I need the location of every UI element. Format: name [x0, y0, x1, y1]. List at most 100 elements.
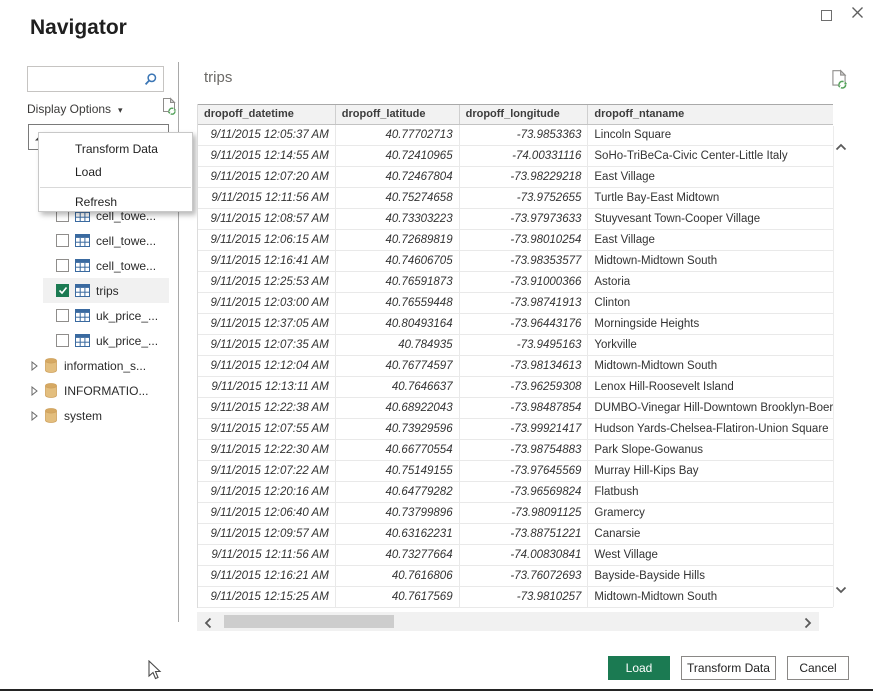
menu-item-transform-data[interactable]: Transform Data: [39, 138, 192, 161]
table-checkbox[interactable]: [56, 309, 69, 322]
document-refresh-icon: [161, 97, 177, 116]
table-cell: -73.96443176: [460, 314, 589, 334]
table-cell: East Village: [588, 167, 833, 187]
table-cell: 40.73303223: [336, 209, 460, 229]
table-checkbox[interactable]: [56, 334, 69, 347]
table-cell: 9/11/2015 12:22:38 AM: [198, 398, 336, 418]
column-header-dropoff_latitude[interactable]: dropoff_latitude: [336, 105, 460, 124]
table-cell: -73.98353577: [460, 251, 589, 271]
table-cell: -73.98010254: [460, 230, 589, 250]
tree-item-label: cell_towe...: [96, 259, 156, 273]
table-cell: Bayside-Bayside Hills: [588, 566, 833, 586]
table-cell: 9/11/2015 12:22:30 AM: [198, 440, 336, 460]
table-row: 9/11/2015 12:16:41 AM40.74606705-73.9835…: [198, 251, 833, 272]
table-cell: 40.68922043: [336, 398, 460, 418]
table-cell: 40.73799896: [336, 503, 460, 523]
table-cell: 40.7617569: [336, 587, 460, 607]
table-cell: 40.72689819: [336, 230, 460, 250]
table-cell: 40.73277664: [336, 545, 460, 565]
table-checkbox[interactable]: [56, 259, 69, 272]
table-cell: 9/11/2015 12:13:11 AM: [198, 377, 336, 397]
table-cell: -73.99921417: [460, 419, 589, 439]
tree-item-informatio[interactable]: INFORMATIO...: [27, 378, 169, 403]
table-cell: West Village: [588, 545, 833, 565]
tree-item-cell-towe[interactable]: cell_towe...: [27, 228, 169, 253]
table-cell: 9/11/2015 12:25:53 AM: [198, 272, 336, 292]
table-checkbox[interactable]: [56, 234, 69, 247]
table-cell: Midtown-Midtown South: [588, 356, 833, 376]
cancel-button[interactable]: Cancel: [787, 656, 849, 680]
scroll-left-icon[interactable]: [204, 616, 212, 634]
table-row: 9/11/2015 12:13:11 AM40.7646637-73.96259…: [198, 377, 833, 398]
table-cell: Lincoln Square: [588, 125, 833, 145]
scroll-down-icon[interactable]: [835, 581, 847, 599]
tree-item-cell-towe[interactable]: cell_towe...: [27, 253, 169, 278]
column-header-dropoff_ntaname[interactable]: dropoff_ntaname: [588, 105, 833, 124]
menu-item-load[interactable]: Load: [39, 161, 192, 184]
tree-item-system[interactable]: system: [27, 403, 169, 428]
table-cell: 9/11/2015 12:03:00 AM: [198, 293, 336, 313]
refresh-preview-button[interactable]: [830, 69, 848, 95]
table-cell: 40.72467804: [336, 167, 460, 187]
tree-item-uk-price[interactable]: uk_price_...: [27, 303, 169, 328]
table-row: 9/11/2015 12:09:57 AM40.63162231-73.8875…: [198, 524, 833, 545]
preview-title: trips: [204, 69, 232, 86]
display-options-row: Display Options ▾: [27, 99, 177, 119]
maximize-button[interactable]: [818, 7, 836, 25]
table-cell: Hudson Yards-Chelsea-Flatiron-Union Squa…: [588, 419, 833, 439]
tree-item-trips[interactable]: trips: [27, 278, 169, 303]
database-icon: [45, 358, 57, 373]
navigation-tree: cell_towe...cell_towe...cell_towe...trip…: [27, 203, 169, 428]
expand-arrow-icon: [31, 411, 38, 421]
close-button[interactable]: [851, 6, 869, 24]
table-cell: 9/11/2015 12:15:25 AM: [198, 587, 336, 607]
table-cell: 40.77702713: [336, 125, 460, 145]
table-cell: 9/11/2015 12:09:57 AM: [198, 524, 336, 544]
horizontal-scrollbar[interactable]: [197, 612, 819, 631]
table-row: 9/11/2015 12:11:56 AM40.75274658-73.9752…: [198, 188, 833, 209]
table-cell: -73.9810257: [460, 587, 589, 607]
table-cell: 40.76559448: [336, 293, 460, 313]
table-cell: 40.75149155: [336, 461, 460, 481]
table-cell: 9/11/2015 12:37:05 AM: [198, 314, 336, 334]
table-cell: 9/11/2015 12:16:21 AM: [198, 566, 336, 586]
table-cell: -74.00830841: [460, 545, 589, 565]
menu-item-refresh[interactable]: Refresh: [39, 191, 192, 214]
table-cell: -73.9752655: [460, 188, 589, 208]
column-header-dropoff_datetime[interactable]: dropoff_datetime: [198, 105, 336, 124]
table-row: 9/11/2015 12:08:57 AM40.73303223-73.9797…: [198, 209, 833, 230]
scrollbar-thumb[interactable]: [224, 615, 394, 628]
table-cell: 9/11/2015 12:07:20 AM: [198, 167, 336, 187]
tree-item-uk-price[interactable]: uk_price_...: [27, 328, 169, 353]
scroll-up-icon[interactable]: [835, 138, 847, 156]
table-cell: SoHo-TriBeCa-Civic Center-Little Italy: [588, 146, 833, 166]
transform-data-button[interactable]: Transform Data: [681, 656, 776, 680]
table-cell: 40.64779282: [336, 482, 460, 502]
load-button[interactable]: Load: [608, 656, 670, 680]
table-cell: 40.66770554: [336, 440, 460, 460]
vertical-scrollbar[interactable]: [833, 126, 847, 607]
table-cell: 40.76591873: [336, 272, 460, 292]
column-header-dropoff_longitude[interactable]: dropoff_longitude: [460, 105, 589, 124]
display-options-dropdown[interactable]: Display Options ▾: [27, 102, 123, 116]
tree-item-information-s[interactable]: information_s...: [27, 353, 169, 378]
table-row: 9/11/2015 12:16:21 AM40.7616806-73.76072…: [198, 566, 833, 587]
table-cell: Flatbush: [588, 482, 833, 502]
table-cell: 40.784935: [336, 335, 460, 355]
table-checkbox[interactable]: [56, 284, 69, 297]
search-icon: [143, 72, 158, 87]
table-cell: -73.98134613: [460, 356, 589, 376]
database-icon: [45, 408, 57, 423]
tree-item-label: information_s...: [64, 359, 146, 373]
table-cell: Canarsie: [588, 524, 833, 544]
table-cell: Gramercy: [588, 503, 833, 523]
scroll-right-icon[interactable]: [804, 616, 812, 634]
table-cell: 9/11/2015 12:06:15 AM: [198, 230, 336, 250]
table-cell: 9/11/2015 12:05:37 AM: [198, 125, 336, 145]
refresh-list-button[interactable]: [161, 97, 177, 121]
search-input[interactable]: [28, 69, 143, 89]
table-row: 9/11/2015 12:06:40 AM40.73799896-73.9809…: [198, 503, 833, 524]
table-header-row: dropoff_datetimedropoff_latitudedropoff_…: [198, 104, 833, 125]
table-row: 9/11/2015 12:37:05 AM40.80493164-73.9644…: [198, 314, 833, 335]
table-cell: 9/11/2015 12:12:04 AM: [198, 356, 336, 376]
